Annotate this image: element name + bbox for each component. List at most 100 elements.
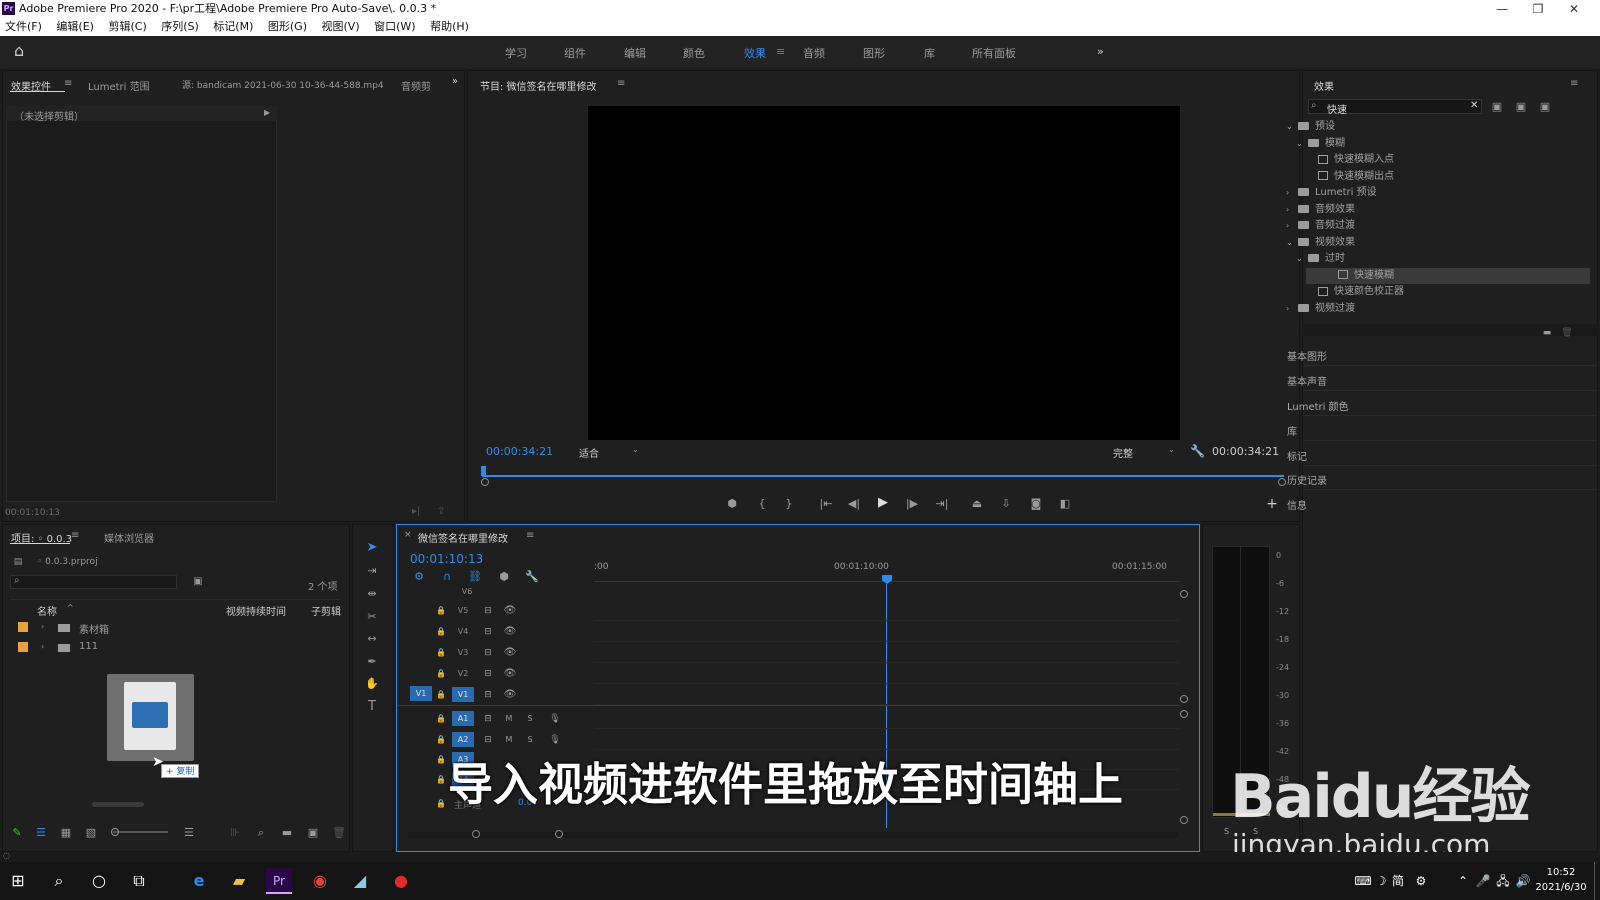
trash-icon[interactable]: 🗑 <box>1560 326 1574 338</box>
vertical-zoom-handle[interactable] <box>1180 590 1188 598</box>
show-desktop-button[interactable] <box>1594 862 1595 900</box>
label-color-swatch[interactable] <box>18 642 28 652</box>
effects-tree-effect[interactable]: 快速模糊出点 <box>1286 169 1394 185</box>
video-track-lane[interactable] <box>594 622 1180 642</box>
quality-dropdown[interactable]: 完整 <box>1113 445 1133 460</box>
track-lock-icon[interactable]: 🔒 <box>436 773 446 787</box>
panel-history[interactable]: 历史记录 <box>1287 472 1327 487</box>
vertical-zoom-handle[interactable] <box>1180 695 1188 703</box>
automate-to-sequence-icon[interactable]: ⊪ <box>228 826 242 840</box>
new-bin-icon[interactable]: ▬ <box>1540 326 1554 338</box>
search-icon[interactable]: ⌕ <box>46 868 72 894</box>
video-track-lane[interactable] <box>594 643 1180 663</box>
video-audio-divider[interactable] <box>398 705 1180 706</box>
effects-tree-folder[interactable]: ⌄ 预设 <box>1286 119 1335 135</box>
menu-graphics[interactable]: 图形(G) <box>268 18 307 36</box>
project-item-name[interactable]: 111 <box>79 641 98 652</box>
video-track-lane[interactable] <box>594 664 1180 684</box>
chevron-down-icon[interactable]: ⌄ <box>1296 251 1308 267</box>
video-track-lane[interactable] <box>594 601 1180 621</box>
effects-tree-effect[interactable]: 快速颜色校正器 <box>1286 284 1404 300</box>
play-icon[interactable]: ▶ <box>876 496 890 510</box>
column-video-duration[interactable]: 视频持续时间 <box>226 603 286 618</box>
zoom-slider-handle[interactable] <box>111 828 119 836</box>
new-bin-icon[interactable]: ▬ <box>280 826 294 840</box>
sync-lock-icon[interactable]: ⊟ <box>482 733 494 747</box>
effects-tree-folder[interactable]: › 音频过渡 <box>1286 218 1355 234</box>
program-playhead[interactable] <box>480 466 486 476</box>
step-forward-icon[interactable]: |▶ <box>905 497 919 511</box>
sort-ascending-icon[interactable]: ^ <box>67 603 74 612</box>
slip-tool-icon[interactable]: ↔ <box>365 632 379 646</box>
clock-date[interactable]: 2021/6/30 <box>1534 882 1588 893</box>
add-marker-icon[interactable]: ⬢ <box>725 497 739 511</box>
chevron-down-icon[interactable]: ⌄ <box>632 445 639 454</box>
effects-tree-folder[interactable]: ⌄ 视频效果 <box>1286 235 1355 251</box>
track-lock-icon[interactable]: 🔒 <box>436 733 446 747</box>
menu-file[interactable]: 文件(F) <box>5 18 42 36</box>
sync-lock-icon[interactable]: ⊟ <box>482 667 494 681</box>
effects-tree-folder[interactable]: › 视频过渡 <box>1286 301 1355 317</box>
list-view-icon[interactable]: ☰ <box>34 826 48 840</box>
video-track-lane[interactable] <box>594 685 1180 705</box>
chevron-down-icon[interactable]: ⌄ <box>1168 445 1175 454</box>
close-icon[interactable]: ✕ <box>1556 0 1592 18</box>
sync-lock-icon[interactable]: ⊟ <box>482 604 494 618</box>
settings-icon[interactable]: ⚙ <box>1408 868 1434 894</box>
program-scrub-bar[interactable] <box>482 475 1284 477</box>
snap-magnet-icon[interactable]: ∩ <box>440 570 454 584</box>
find-icon[interactable]: ⌕ <box>254 826 268 840</box>
audio-track-lane[interactable] <box>594 709 1180 729</box>
effects-tree-effect[interactable]: 快速模糊入点 <box>1286 152 1394 168</box>
record-icon[interactable]: ● <box>388 868 414 894</box>
solo-track-button[interactable]: S <box>525 733 535 747</box>
sync-lock-icon[interactable]: ⊟ <box>482 688 494 702</box>
mark-in-icon[interactable]: { <box>755 497 769 511</box>
tab-lumetri-scopes[interactable]: Lumetri 范围 <box>88 78 150 93</box>
program-video-frame[interactable] <box>588 106 1180 440</box>
minimize-icon[interactable]: — <box>1484 0 1520 18</box>
chevron-down-icon[interactable]: ⌄ <box>1296 136 1308 152</box>
track-label[interactable]: V4 <box>452 624 474 639</box>
track-lock-icon[interactable]: 🔒 <box>436 753 446 767</box>
close-tab-icon[interactable]: × <box>404 530 412 540</box>
chevron-right-icon[interactable]: › <box>1286 301 1298 317</box>
solo-track-button[interactable]: S <box>525 712 535 726</box>
clear-search-icon[interactable]: ✕ <box>1470 100 1478 111</box>
track-label[interactable]: V5 <box>452 603 474 618</box>
sort-icon[interactable]: ☰ <box>182 826 196 840</box>
workspace-assembly[interactable]: 组件 <box>564 45 586 61</box>
chevron-down-icon[interactable]: ⌄ <box>1286 119 1298 135</box>
vertical-zoom-handle[interactable] <box>1180 710 1188 718</box>
mute-track-button[interactable]: M <box>504 733 514 747</box>
track-lock-icon[interactable]: 🔒 <box>436 797 446 811</box>
lift-icon[interactable]: ⏏ <box>968 497 986 511</box>
panel-essential-graphics[interactable]: 基本图形 <box>1287 348 1327 363</box>
track-label[interactable]: A2 <box>452 732 474 747</box>
program-timecode-current[interactable]: 00:00:34:21 <box>486 445 553 458</box>
workspace-all-panels[interactable]: 所有面板 <box>972 45 1016 61</box>
yuv-effects-icon[interactable]: ▣ <box>1538 100 1552 114</box>
workspace-libraries[interactable]: 库 <box>924 45 935 61</box>
effects-tree-folder[interactable]: ⌄ 模糊 <box>1286 136 1345 152</box>
workspace-color[interactable]: 颜色 <box>683 45 705 61</box>
sync-lock-icon[interactable]: ⊟ <box>482 712 494 726</box>
timeline-timecode[interactable]: 00:01:10:13 <box>410 552 483 566</box>
track-lock-icon[interactable]: 🔒 <box>436 667 446 681</box>
edge-browser-icon[interactable]: e <box>186 868 212 894</box>
chevron-right-icon[interactable]: › <box>1286 185 1298 201</box>
track-label[interactable]: V1 <box>452 687 474 702</box>
step-back-icon[interactable]: ◀| <box>847 497 861 511</box>
workspace-effects[interactable]: 效果 <box>744 45 766 61</box>
zoom-handle-left[interactable] <box>472 830 480 838</box>
timeline-title[interactable]: 微信签名在哪里修改 <box>418 530 508 545</box>
tab-audio-clip[interactable]: 音频剪 <box>401 78 431 93</box>
comparison-view-icon[interactable]: ◧ <box>1057 497 1073 511</box>
zoom-handle-right[interactable] <box>555 830 563 838</box>
eye-visibility-icon[interactable]: 👁 <box>503 604 517 618</box>
windows-start-icon[interactable]: ⊞ <box>5 868 31 894</box>
clear-icon[interactable]: 🗑 <box>332 826 346 840</box>
chevron-right-icon[interactable]: › <box>1286 202 1298 218</box>
cortana-icon[interactable]: ○ <box>86 868 112 894</box>
expand-triangle-icon[interactable]: ▶ <box>264 108 270 117</box>
